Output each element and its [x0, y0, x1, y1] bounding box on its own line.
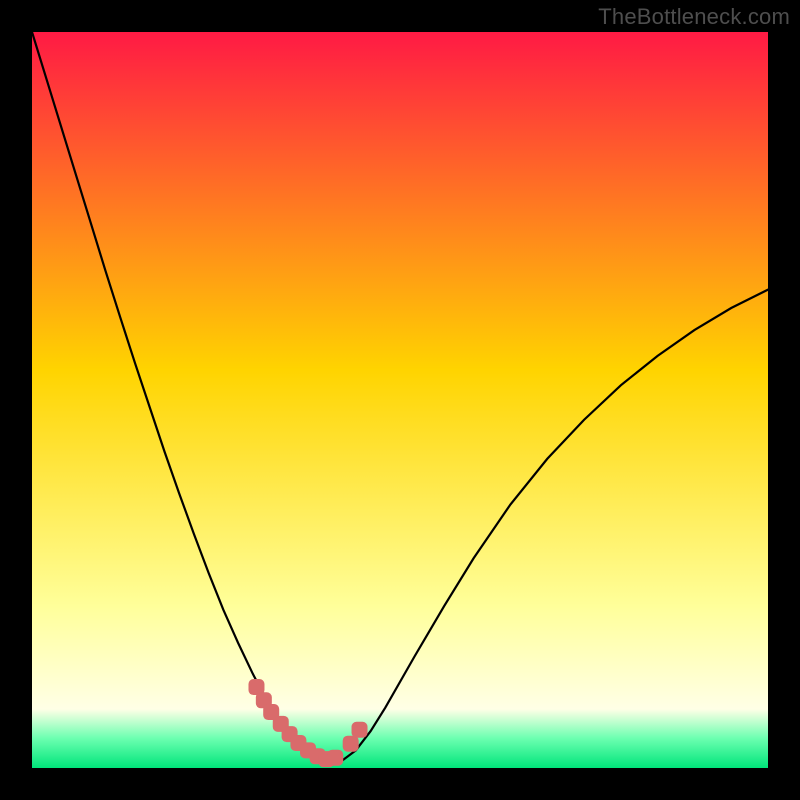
- attribution-text: TheBottleneck.com: [598, 4, 790, 30]
- curve-marker: [327, 750, 343, 766]
- plot-area: [32, 32, 768, 768]
- chart-svg: [32, 32, 768, 768]
- curve-marker: [352, 722, 368, 738]
- outer-black-frame: TheBottleneck.com: [0, 0, 800, 800]
- curve-marker: [343, 736, 359, 752]
- gradient-background: [32, 32, 768, 768]
